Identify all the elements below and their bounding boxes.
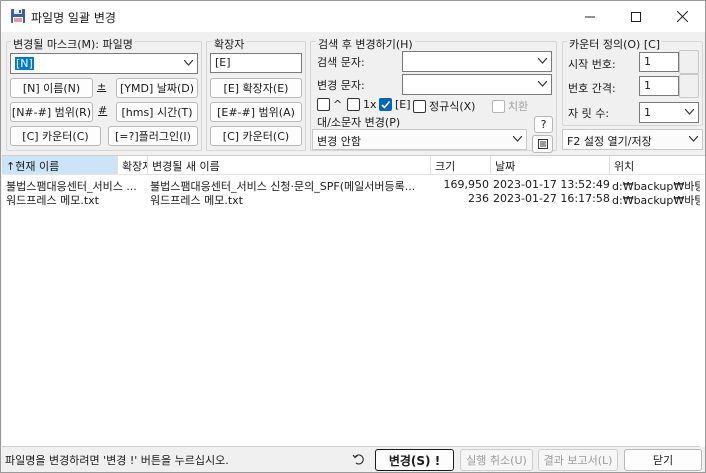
undo-icon[interactable] xyxy=(352,452,370,468)
notes-button[interactable] xyxy=(532,135,553,153)
close-button[interactable]: 닫기 xyxy=(624,449,702,471)
mask-group-label: 변경될 마스크(M): 파일명 xyxy=(11,36,135,52)
option-once-checkbox[interactable]: 1x xyxy=(347,98,377,111)
option-caret-checkbox[interactable]: ^ xyxy=(317,98,342,111)
case-change-label: 대/소문자 변경(P) xyxy=(317,116,401,129)
chevron-down-icon xyxy=(538,58,547,64)
mask-value: [N] xyxy=(15,57,34,70)
mask-plusminus-button[interactable]: ± xyxy=(97,80,106,93)
option-regex-checkbox[interactable]: 정규식(X) xyxy=(413,98,475,114)
file-list[interactable]: ↑현재 이름 확장자 변경될 새 이름 크기 날짜 위치 불법스팸대응센터_서비… xyxy=(2,155,705,447)
chevron-down-icon xyxy=(538,81,547,87)
digits-combo[interactable]: 1 xyxy=(639,102,699,123)
column-extension[interactable]: 확장자 xyxy=(118,156,148,174)
column-new-name[interactable]: 변경될 새 이름 xyxy=(148,156,431,174)
row-size: 169,950 xyxy=(443,178,490,191)
row-date: 2023-01-27 16:17:58 xyxy=(493,192,610,205)
mask-combo[interactable]: [N] xyxy=(10,53,198,74)
extension-ext-button[interactable]: [E] 확장자(E) xyxy=(210,78,302,98)
row-size: 236 xyxy=(468,192,489,205)
settings-combo[interactable]: F2 설정 열기/저장 xyxy=(562,129,703,150)
maximize-button[interactable] xyxy=(613,1,659,32)
floppy-disk-icon xyxy=(10,8,26,24)
header-divider xyxy=(2,174,705,175)
status-text: 파일명을 변경하려면 '변경 !' 버튼을 누르십시오. xyxy=(5,454,229,467)
row-current-name: 워드프레스 메모.txt xyxy=(6,194,99,207)
chevron-down-icon xyxy=(184,60,193,66)
maximize-icon xyxy=(631,11,641,22)
start-number-label: 시작 번호: xyxy=(568,58,616,71)
minimize-icon xyxy=(585,16,595,17)
chevron-down-icon xyxy=(689,136,698,142)
column-date[interactable]: 날짜 xyxy=(491,156,610,174)
step-input[interactable]: 1 xyxy=(639,76,679,96)
close-icon xyxy=(676,11,688,22)
rename-button[interactable]: 변경(S) ! xyxy=(375,449,454,471)
column-location[interactable]: 위치 xyxy=(610,156,700,174)
mask-time-button[interactable]: [hms] 시간(T) xyxy=(116,102,198,122)
step-label: 번호 간격: xyxy=(568,82,616,95)
extension-counter-button[interactable]: [C] 카운터(C) xyxy=(210,126,302,146)
mask-hash-button[interactable]: # xyxy=(98,104,107,117)
mask-counter-button[interactable]: [C] 카운터(C) xyxy=(10,126,101,146)
column-size[interactable]: 크기 xyxy=(431,156,491,174)
chevron-down-icon xyxy=(685,109,694,115)
sort-up-icon: ↑ xyxy=(6,160,16,173)
mask-date-button[interactable]: [YMD] 날짜(D) xyxy=(116,78,198,98)
row-date: 2023-01-17 13:52:49 xyxy=(493,178,610,191)
option-replace-checkbox[interactable]: 치환 xyxy=(492,98,528,114)
extension-input[interactable]: [E] xyxy=(210,53,302,73)
title-bar: 파일명 일괄 변경 xyxy=(1,1,705,32)
replace-text-combo[interactable] xyxy=(402,74,552,95)
undo-rename-button[interactable]: 실행 취소(U) xyxy=(460,449,533,471)
document-icon xyxy=(537,139,548,149)
mask-plugin-button[interactable]: [=?]플러그인(I) xyxy=(108,126,198,146)
counter-group-label: 카운터 정의(O) [C] xyxy=(567,36,663,52)
digits-label: 자 릿 수: xyxy=(568,107,610,120)
row-new-name: 워드프레스 메모.txt xyxy=(150,194,243,207)
mask-range-button[interactable]: [N#-#] 범위(R) xyxy=(10,102,93,122)
step-spinner[interactable] xyxy=(679,74,699,98)
search-text-label: 검색 문자: xyxy=(317,56,365,69)
report-button[interactable]: 결과 보고서(L) xyxy=(538,449,618,471)
row-location: d:₩backup₩바탕화 xyxy=(612,194,700,207)
column-current-name[interactable]: ↑현재 이름 xyxy=(2,156,118,174)
start-number-spinner[interactable] xyxy=(679,50,699,74)
minimize-button[interactable] xyxy=(567,1,613,32)
help-button[interactable]: ? xyxy=(534,116,553,133)
window-title: 파일명 일괄 변경 xyxy=(31,11,116,25)
case-change-combo[interactable]: 변경 안함 xyxy=(312,129,527,150)
close-window-button[interactable] xyxy=(659,1,705,32)
vertical-scrollbar[interactable] xyxy=(700,175,705,447)
checkmark-icon xyxy=(379,98,392,111)
start-number-input[interactable]: 1 xyxy=(639,52,679,72)
chevron-down-icon xyxy=(513,136,522,142)
option-ext-checkbox[interactable]: [E] xyxy=(379,98,411,111)
extension-range-button[interactable]: [E#-#] 범위(A) xyxy=(210,102,302,122)
extension-group-label: 확장자 xyxy=(212,36,247,52)
search-group-label: 검색 후 변경하기(H) xyxy=(316,36,415,52)
mask-name-button[interactable]: [N] 이름(N) xyxy=(10,78,93,98)
search-text-combo[interactable] xyxy=(402,51,552,72)
rename-window: 파일명 일괄 변경 변경될 마스크(M): 파일명 [N] [N] 이름(N) … xyxy=(0,0,706,473)
replace-text-label: 변경 문자: xyxy=(317,79,365,92)
